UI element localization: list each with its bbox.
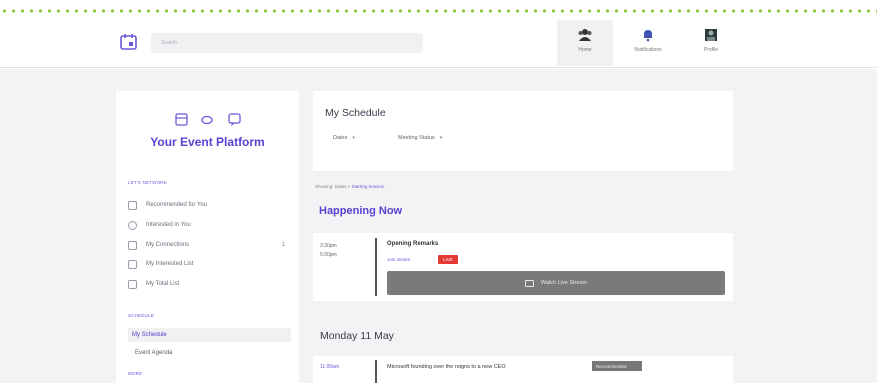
nav-profile-label: Profile (703, 47, 719, 53)
session-end-time: 5:00pm (320, 252, 337, 258)
breadcrumb-prefix: Showing: Dates > (315, 184, 352, 189)
chevron-down-icon: ▾ (439, 135, 443, 141)
breadcrumb-link[interactable]: Starting Session (352, 184, 385, 189)
sidebar-item-my-schedule[interactable]: My Schedule (128, 328, 291, 342)
happening-now-heading: Happening Now (319, 205, 403, 217)
search-input[interactable]: Search (151, 33, 423, 53)
nav-notifications-label: Notifications (634, 47, 662, 53)
star-icon (128, 220, 137, 230)
meeting-status-filter-label: Meeting Status (398, 135, 435, 141)
bell-icon (644, 30, 652, 42)
brand-icons (175, 113, 241, 126)
breadcrumb: Showing: Dates > Starting Session (315, 184, 384, 189)
chevron-down-icon: ▾ (352, 135, 355, 141)
session-title[interactable]: Opening Remarks (387, 241, 438, 247)
sidebar-item-event-agenda[interactable]: Event Agenda (135, 350, 172, 356)
top-bar: Search Home Notifications Profile (0, 16, 877, 68)
decorative-dotted-border (0, 8, 877, 14)
page-title: My Schedule (325, 107, 386, 119)
sidebar-item-total-list[interactable]: My Total List (128, 277, 291, 291)
sidebar-item-interested-list[interactable]: My Interested List (128, 257, 291, 271)
watch-live-stream-button[interactable]: Watch Live Stream (387, 271, 725, 295)
section-schedule-title: SCHEDULE (128, 313, 155, 318)
nav-home-label: Home (578, 47, 592, 53)
connections-icon (128, 240, 137, 250)
play-icon (524, 279, 534, 287)
sidebar-item-label: My Total List (146, 281, 180, 287)
session-start-time: 3:30pm (320, 243, 337, 249)
team-icon (578, 29, 592, 41)
live-badge: LIVE (438, 255, 458, 264)
session2-start-time: 11:00am (320, 364, 340, 370)
schedule-header-card: My Schedule Dates ▾ Meeting Status ▾ (313, 91, 733, 171)
nav-notifications[interactable]: Notifications (620, 20, 676, 66)
sidebar-item-label: Recommended for You (146, 202, 208, 208)
sidebar-item-label: My Interested List (146, 261, 194, 267)
calendar-icon (175, 113, 188, 126)
sidebar-item-recommended[interactable]: Recommended for You (128, 198, 291, 212)
watch-live-stream-label: Watch Live Stream (540, 280, 588, 286)
nav-profile[interactable]: Profile (683, 20, 739, 66)
section-network-title: LET'S NETWORK (128, 180, 167, 185)
session2-divider (375, 360, 377, 383)
handshake-icon (201, 115, 213, 125)
list-icon (128, 259, 137, 269)
calendar-logo-icon[interactable] (120, 33, 137, 50)
recommend-icon (128, 200, 137, 210)
day-heading: Monday 11 May (320, 330, 394, 342)
section-more-title: MORE (128, 371, 143, 376)
sidebar-item-label: Interested in You (146, 222, 191, 228)
brand-title: Your Event Platform (150, 135, 265, 149)
stream-meta-text: Join stream (387, 257, 411, 262)
sidebar-item-connections[interactable]: My Connections 1 (128, 238, 291, 252)
connections-count: 1 (281, 242, 285, 248)
session-divider (375, 238, 377, 296)
session2-title[interactable]: Microsoft founding over the reigns to a … (387, 364, 506, 370)
recommended-badge: Recommended (592, 361, 642, 371)
sidebar: Your Event Platform LET'S NETWORK Recomm… (116, 91, 299, 383)
profile-icon (705, 29, 717, 41)
nav-home[interactable]: Home (557, 20, 613, 66)
sidebar-item-label: My Connections (146, 242, 190, 248)
meeting-status-filter[interactable]: Meeting Status ▾ (398, 135, 442, 141)
chat-icon (228, 113, 241, 126)
sidebar-item-interested-in-you[interactable]: Interested in You (128, 218, 291, 232)
dates-filter[interactable]: Dates ▾ (333, 135, 355, 141)
join-stream-link[interactable]: Join stream (387, 257, 410, 262)
dates-filter-label: Dates (333, 135, 348, 141)
total-list-icon (128, 279, 137, 289)
sidebar-item-label: My Schedule (132, 332, 167, 338)
